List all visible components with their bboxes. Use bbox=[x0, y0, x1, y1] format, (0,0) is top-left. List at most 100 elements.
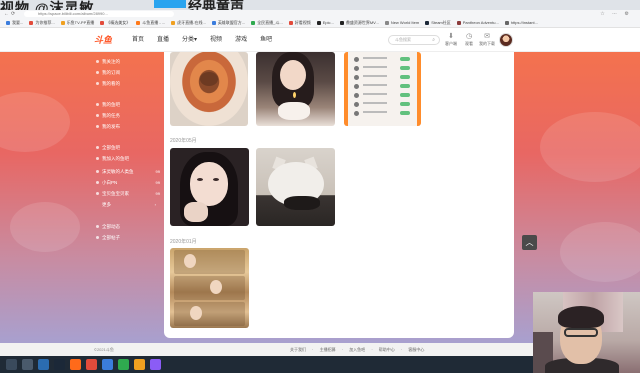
download-client-label: 客户端 bbox=[445, 41, 457, 46]
sidebar: 我关注的 我的订阅 我的看的 我的鱼吧 我的任务 我的发布 全部鱼吧 我加入的鱼… bbox=[94, 52, 164, 338]
favicon-icon bbox=[456, 21, 461, 25]
site-header: 斗鱼 首页 直播 分类▾ 视频 游戏 鱼吧 斗鱼搜索 ⌕ ⬇ 客户端 ◷ 观看 … bbox=[0, 28, 640, 52]
bookmark-item[interactable]: 全民直播_斗... bbox=[251, 18, 283, 27]
nav-games[interactable]: 游戏 bbox=[235, 28, 247, 52]
bookmark-item[interactable]: 好看视频 bbox=[288, 18, 311, 27]
bookmark-label: 斗鱼直播 - ... bbox=[142, 20, 166, 25]
steam-icon[interactable] bbox=[54, 359, 65, 370]
history-label: 观看 bbox=[465, 41, 473, 46]
bullet-icon bbox=[96, 181, 99, 184]
album-photo-collage[interactable] bbox=[170, 248, 249, 328]
sidebar-item-subscriptions[interactable]: 我的订阅 bbox=[94, 68, 164, 77]
browser-icon[interactable] bbox=[38, 359, 49, 370]
nav-fishbar[interactable]: 鱼吧 bbox=[260, 28, 272, 52]
sidebar-item-following[interactable]: 我关注的 bbox=[94, 57, 164, 66]
address-bar: ← ⟳ https://space.bilibili.com/album/289… bbox=[0, 10, 640, 18]
album-photo-cake[interactable] bbox=[170, 52, 248, 126]
sidebar-item-joined-fishbar[interactable]: 我加入的鱼吧 bbox=[94, 154, 164, 163]
photo-detail bbox=[190, 162, 228, 206]
nav-home[interactable]: 首页 bbox=[132, 28, 144, 52]
bookmark-item[interactable]: 鼎盛资源世界MV... bbox=[339, 18, 379, 27]
sidebar-item-my-fishbar[interactable]: 我的鱼吧 bbox=[94, 100, 164, 109]
favicon-icon bbox=[136, 21, 141, 25]
search-icon[interactable] bbox=[22, 359, 33, 370]
album-photo-cat[interactable] bbox=[256, 148, 335, 226]
nav-video[interactable]: 视频 bbox=[210, 28, 222, 52]
background-cloud bbox=[540, 112, 640, 182]
app-icon[interactable] bbox=[86, 359, 97, 370]
count-badge: 99 bbox=[155, 180, 160, 185]
start-icon[interactable] bbox=[6, 359, 17, 370]
refresh-icon[interactable]: ⟳ bbox=[11, 11, 15, 17]
bookmark-item[interactable]: New World Item bbox=[384, 18, 419, 27]
app-icon[interactable] bbox=[134, 359, 145, 370]
user-avatar[interactable] bbox=[499, 33, 513, 47]
messages-button[interactable]: ✉ 我的下载 bbox=[478, 33, 496, 47]
nav-category[interactable]: 分类▾ bbox=[182, 28, 197, 52]
sidebar-item-tasks[interactable]: 我的任务 bbox=[94, 111, 164, 120]
footer-link-about[interactable]: 关于我们 bbox=[290, 347, 306, 352]
messages-label: 我的下载 bbox=[479, 41, 495, 46]
sidebar-item-fishbar-1[interactable]: 沫灵敏的人类鱼 99 bbox=[94, 167, 164, 176]
photo-detail bbox=[354, 56, 414, 63]
bookmarks-bar: 我要... 为你推荐... 乐鱼TV-PP直播 《精选美女》 斗鱼直播 - ... 虎牙直… bbox=[0, 18, 640, 28]
bookmark-item[interactable]: Pantheon Adventu... bbox=[456, 18, 499, 27]
eye-icon bbox=[96, 82, 99, 85]
douyu-icon[interactable] bbox=[70, 359, 81, 370]
album-photo-birthday[interactable] bbox=[256, 52, 335, 126]
sidebar-item-all-feed[interactable]: 全部动态 bbox=[94, 222, 164, 231]
bookmark-item[interactable]: 为你推荐... bbox=[29, 18, 55, 27]
bookmark-item[interactable]: https://instant... bbox=[504, 18, 538, 27]
sidebar-item-fishbar-3[interactable]: 宝贝鱼宝贝家 99 bbox=[94, 189, 164, 198]
url-input[interactable]: https://space.bilibili.com/album/28990..… bbox=[24, 11, 174, 17]
sidebar-item-more[interactable]: 更多 › bbox=[94, 200, 164, 209]
bookmark-item[interactable]: Steam社区 bbox=[425, 18, 451, 27]
bookmark-item[interactable]: Epic... bbox=[316, 18, 334, 27]
album-photo-screenshot[interactable] bbox=[344, 52, 421, 126]
bookmark-item[interactable]: 英雄联盟官方... bbox=[211, 18, 245, 27]
bookmark-label: 《精选美女》 bbox=[106, 20, 131, 25]
history-button[interactable]: ◷ 观看 bbox=[460, 33, 478, 47]
webcam-overlay bbox=[533, 292, 640, 373]
feed-icon bbox=[96, 225, 99, 228]
photo-detail bbox=[210, 280, 222, 294]
sidebar-item-all-fishbar[interactable]: 全部鱼吧 bbox=[94, 143, 164, 152]
bookmark-item[interactable]: 虎牙直播-在线... bbox=[171, 18, 206, 27]
sidebar-item-fishbar-2[interactable]: 小白PN 99 bbox=[94, 178, 164, 187]
app-icon[interactable] bbox=[102, 359, 113, 370]
app-icon[interactable] bbox=[118, 359, 129, 370]
app-icon[interactable] bbox=[150, 359, 161, 370]
search-input[interactable]: 斗鱼搜索 ⌕ bbox=[388, 35, 440, 45]
album-date-heading: 2020年05月 bbox=[170, 138, 197, 144]
sidebar-item-label: 我加入的鱼吧 bbox=[102, 156, 129, 161]
photo-detail bbox=[354, 74, 414, 81]
footer-link-service[interactable]: 客服中心 bbox=[408, 347, 424, 352]
sidebar-item-all-posts[interactable]: 全部帖子 bbox=[94, 233, 164, 242]
footer-link-join[interactable]: 加入鱼吧 bbox=[349, 347, 365, 352]
sidebar-item-label: 全部动态 bbox=[102, 224, 120, 229]
scroll-to-top-button[interactable]: ︿ bbox=[522, 235, 537, 250]
site-logo[interactable]: 斗鱼 bbox=[94, 34, 122, 46]
nav-live[interactable]: 直播 bbox=[157, 28, 169, 52]
favicon-icon bbox=[60, 21, 65, 25]
bookmark-item[interactable]: 斗鱼直播 - ... bbox=[136, 18, 166, 27]
sidebar-item-label: 我的鱼吧 bbox=[102, 102, 120, 107]
footer-link-help[interactable]: 帮助中心 bbox=[379, 347, 395, 352]
download-client-button[interactable]: ⬇ 客户端 bbox=[442, 33, 460, 47]
bookmark-item[interactable]: 《精选美女》 bbox=[100, 18, 131, 27]
back-icon[interactable]: ← bbox=[4, 11, 9, 17]
bullet-icon bbox=[96, 192, 99, 195]
sidebar-item-label: 更多 bbox=[102, 202, 111, 207]
bookmark-item[interactable]: 乐鱼TV-PP直播 bbox=[60, 18, 94, 27]
browser-extensions-icon[interactable]: ☆ ⋯ ⚙ bbox=[600, 11, 632, 17]
bookmark-item[interactable]: 我要... bbox=[6, 18, 23, 27]
search-placeholder: 斗鱼搜索 bbox=[395, 37, 411, 42]
photo-detail bbox=[354, 65, 414, 72]
sidebar-item-published[interactable]: 我的发布 bbox=[94, 122, 164, 131]
album-photo-portrait[interactable] bbox=[170, 148, 249, 226]
footer-link-recruit[interactable]: 主播招募 bbox=[320, 347, 336, 352]
search-icon[interactable]: ⌕ bbox=[432, 36, 435, 44]
history-icon: ◷ bbox=[465, 33, 473, 40]
star-icon bbox=[96, 71, 99, 74]
sidebar-item-watched[interactable]: 我的看的 bbox=[94, 79, 164, 88]
